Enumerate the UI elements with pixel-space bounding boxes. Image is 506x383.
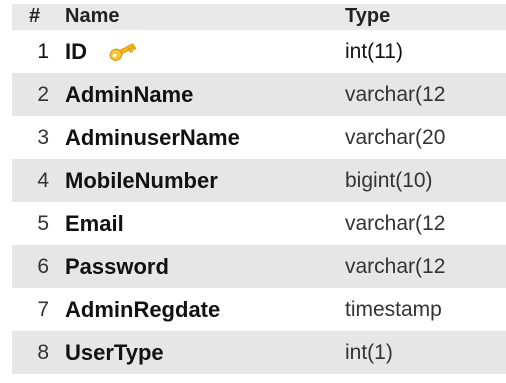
table-row[interactable]: 4 MobileNumber bigint(10)	[12, 159, 506, 202]
column-name: AdminuserName	[65, 124, 240, 150]
row-number: 3	[37, 125, 49, 149]
table-header-row: # Name Type	[12, 4, 506, 30]
column-type: varchar(12	[345, 82, 446, 106]
column-name: UserType	[65, 339, 164, 365]
column-type: varchar(12	[345, 211, 446, 235]
row-number: 1	[37, 39, 49, 63]
column-header-number[interactable]: #	[12, 4, 57, 30]
table-row[interactable]: 5 Email varchar(12	[12, 202, 506, 245]
column-name: ID	[65, 38, 87, 64]
column-name: AdminRegdate	[65, 296, 221, 322]
table-structure-view: # Name Type 1 ID int(11) 2 AdminName var…	[0, 0, 506, 383]
table-row[interactable]: 6 Password varchar(12	[12, 245, 506, 288]
column-type: timestamp	[345, 297, 442, 321]
primary-key-icon	[107, 40, 139, 62]
column-type: int(1)	[345, 340, 393, 364]
structure-table: # Name Type 1 ID int(11) 2 AdminName var…	[12, 4, 506, 374]
row-number: 2	[37, 82, 49, 106]
table-row[interactable]: 8 UserType int(1)	[12, 331, 506, 374]
table-row[interactable]: 3 AdminuserName varchar(20	[12, 116, 506, 159]
column-name-cell: ID	[57, 30, 341, 73]
row-number: 8	[37, 340, 49, 364]
left-margin	[0, 0, 12, 383]
column-type: int(11)	[345, 39, 403, 63]
table-row[interactable]: 2 AdminName varchar(12	[12, 73, 506, 116]
row-number: 5	[37, 211, 49, 235]
column-name: MobileNumber	[65, 167, 218, 193]
column-type: varchar(20	[345, 125, 446, 149]
column-name: Password	[65, 253, 169, 279]
column-type: varchar(12	[345, 254, 446, 278]
row-number: 6	[37, 254, 49, 278]
row-number: 7	[37, 297, 49, 321]
column-type: bigint(10)	[345, 168, 433, 192]
row-number: 4	[37, 168, 49, 192]
column-header-type[interactable]: Type	[341, 4, 506, 30]
table-row[interactable]: 7 AdminRegdate timestamp	[12, 288, 506, 331]
column-name: Email	[65, 210, 124, 236]
column-name: AdminName	[65, 81, 194, 107]
table-row[interactable]: 1 ID int(11)	[12, 30, 506, 73]
column-header-name[interactable]: Name	[57, 4, 341, 30]
